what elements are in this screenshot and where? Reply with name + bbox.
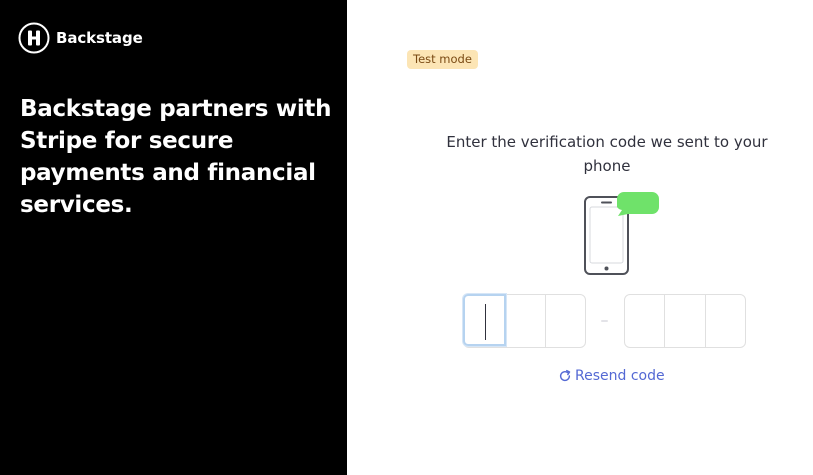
refresh-icon — [559, 369, 571, 382]
code-group-first — [463, 294, 586, 348]
brand-panel: Backstage Backstage partners with Stripe… — [0, 0, 347, 475]
code-separator — [601, 320, 608, 322]
code-digit-5[interactable] — [665, 295, 706, 347]
brand: Backstage — [18, 22, 143, 54]
verification-panel: Test mode Enter the verification code we… — [347, 0, 813, 475]
backstage-logo-icon — [18, 22, 50, 54]
code-group-second — [624, 294, 746, 348]
brand-name: Backstage — [56, 29, 143, 47]
resend-code-link[interactable]: Resend code — [558, 368, 665, 384]
verification-prompt: Enter the verification code we sent to y… — [446, 133, 768, 175]
text-caret — [485, 304, 486, 340]
code-digit-6[interactable] — [706, 295, 745, 347]
resend-code-label: Resend code — [575, 368, 665, 384]
test-mode-badge: Test mode — [407, 50, 478, 69]
code-digit-2[interactable] — [506, 295, 546, 347]
code-digit-3[interactable] — [546, 295, 585, 347]
code-digit-1[interactable] — [463, 294, 506, 346]
code-digit-4[interactable] — [625, 295, 666, 347]
phone-message-icon — [584, 192, 659, 275]
headline: Backstage partners with Stripe for secur… — [20, 96, 332, 218]
